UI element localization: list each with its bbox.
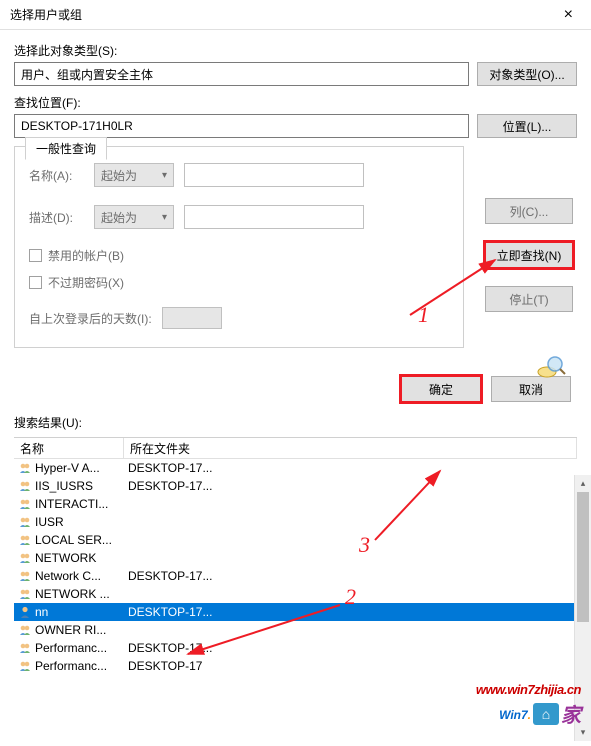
days-since-login-input[interactable] <box>162 307 222 329</box>
stop-button[interactable]: 停止(T) <box>485 286 573 312</box>
row-folder: DESKTOP-17... <box>128 605 212 619</box>
row-name: Network C... <box>35 569 101 583</box>
row-folder: DESKTOP-17... <box>128 641 212 655</box>
table-row[interactable]: NETWORK <box>14 549 577 567</box>
find-now-button[interactable]: 立即查找(N) <box>485 242 573 268</box>
user-icon <box>18 605 32 619</box>
table-row[interactable]: OWNER RI... <box>14 621 577 639</box>
row-name: INTERACTI... <box>35 497 108 511</box>
row-name: Performanc... <box>35 659 107 673</box>
row-folder: DESKTOP-17... <box>128 479 212 493</box>
columns-button[interactable]: 列(C)... <box>485 198 573 224</box>
group-icon <box>18 533 32 547</box>
row-name: Performanc... <box>35 641 107 655</box>
tab-common-queries[interactable]: 一般性查询 <box>25 137 107 160</box>
search-folder-icon <box>535 354 567 383</box>
name-match-combo[interactable]: 起始为 ▾ <box>94 163 174 187</box>
table-row[interactable]: NETWORK ... <box>14 585 577 603</box>
group-icon <box>18 461 32 475</box>
table-row[interactable]: IUSR <box>14 513 577 531</box>
row-name: Hyper-V A... <box>35 461 100 475</box>
scroll-down-button[interactable]: ▾ <box>575 724 591 741</box>
chevron-down-icon: ▾ <box>162 212 167 223</box>
object-type-label: 选择此对象类型(S): <box>14 42 577 59</box>
chevron-down-icon: ▾ <box>162 170 167 181</box>
group-icon <box>18 587 32 601</box>
row-name: IIS_IUSRS <box>35 479 93 493</box>
name-query-input[interactable] <box>184 163 364 187</box>
scroll-up-button[interactable]: ▴ <box>575 475 591 492</box>
row-name: IUSR <box>35 515 64 529</box>
row-name: LOCAL SER... <box>35 533 112 547</box>
no-expire-label: 不过期密码(X) <box>48 274 124 291</box>
table-row[interactable]: IIS_IUSRS DESKTOP-17... <box>14 477 577 495</box>
object-types-button[interactable]: 对象类型(O)... <box>477 62 577 86</box>
object-type-input[interactable] <box>14 62 469 86</box>
scroll-thumb[interactable] <box>577 492 589 622</box>
group-icon <box>18 515 32 529</box>
row-folder: DESKTOP-17... <box>128 569 212 583</box>
no-expire-checkbox[interactable] <box>29 276 42 289</box>
table-header: 名称 所在文件夹 <box>14 438 577 459</box>
row-name: nn <box>35 605 48 619</box>
window-title: 选择用户或组 <box>10 6 82 23</box>
row-name: NETWORK ... <box>35 587 110 601</box>
table-row[interactable]: Network C... DESKTOP-17... <box>14 567 577 585</box>
desc-query-input[interactable] <box>184 205 364 229</box>
table-row[interactable]: LOCAL SER... <box>14 531 577 549</box>
table-row[interactable]: Performanc... DESKTOP-17 <box>14 657 577 675</box>
column-name[interactable]: 名称 <box>14 438 124 458</box>
desc-match-combo[interactable]: 起始为 ▾ <box>94 205 174 229</box>
group-icon <box>18 623 32 637</box>
row-folder: DESKTOP-17... <box>128 461 212 475</box>
results-table: 名称 所在文件夹 Hyper-V A...DESKTOP-17...IIS_IU… <box>14 437 577 701</box>
titlebar: 选择用户或组 × <box>0 0 591 30</box>
table-row[interactable]: INTERACTI... <box>14 495 577 513</box>
table-row[interactable]: Hyper-V A... DESKTOP-17... <box>14 459 577 477</box>
ok-button[interactable]: 确定 <box>401 376 481 402</box>
location-input[interactable] <box>14 114 469 138</box>
row-folder: DESKTOP-17 <box>128 659 202 673</box>
group-icon <box>18 479 32 493</box>
days-since-login-label: 自上次登录后的天数(I): <box>29 310 152 327</box>
group-icon <box>18 659 32 673</box>
vertical-scrollbar[interactable]: ▴ ▾ <box>574 475 591 741</box>
table-row[interactable]: nn DESKTOP-17... <box>14 603 577 621</box>
locations-button[interactable]: 位置(L)... <box>477 114 577 138</box>
group-icon <box>18 497 32 511</box>
close-button[interactable]: × <box>556 4 581 26</box>
row-name: OWNER RI... <box>35 623 106 637</box>
group-icon <box>18 551 32 565</box>
query-name-label: 名称(A): <box>29 167 84 184</box>
column-folder[interactable]: 所在文件夹 <box>124 438 577 458</box>
table-row[interactable]: Performanc... DESKTOP-17... <box>14 639 577 657</box>
group-icon <box>18 641 32 655</box>
row-name: NETWORK <box>35 551 96 565</box>
group-icon <box>18 569 32 583</box>
search-results-label: 搜索结果(U): <box>14 414 577 431</box>
disabled-accounts-checkbox[interactable] <box>29 249 42 262</box>
location-label: 查找位置(F): <box>14 94 577 111</box>
disabled-accounts-label: 禁用的帐户(B) <box>48 247 124 264</box>
query-desc-label: 描述(D): <box>29 209 84 226</box>
